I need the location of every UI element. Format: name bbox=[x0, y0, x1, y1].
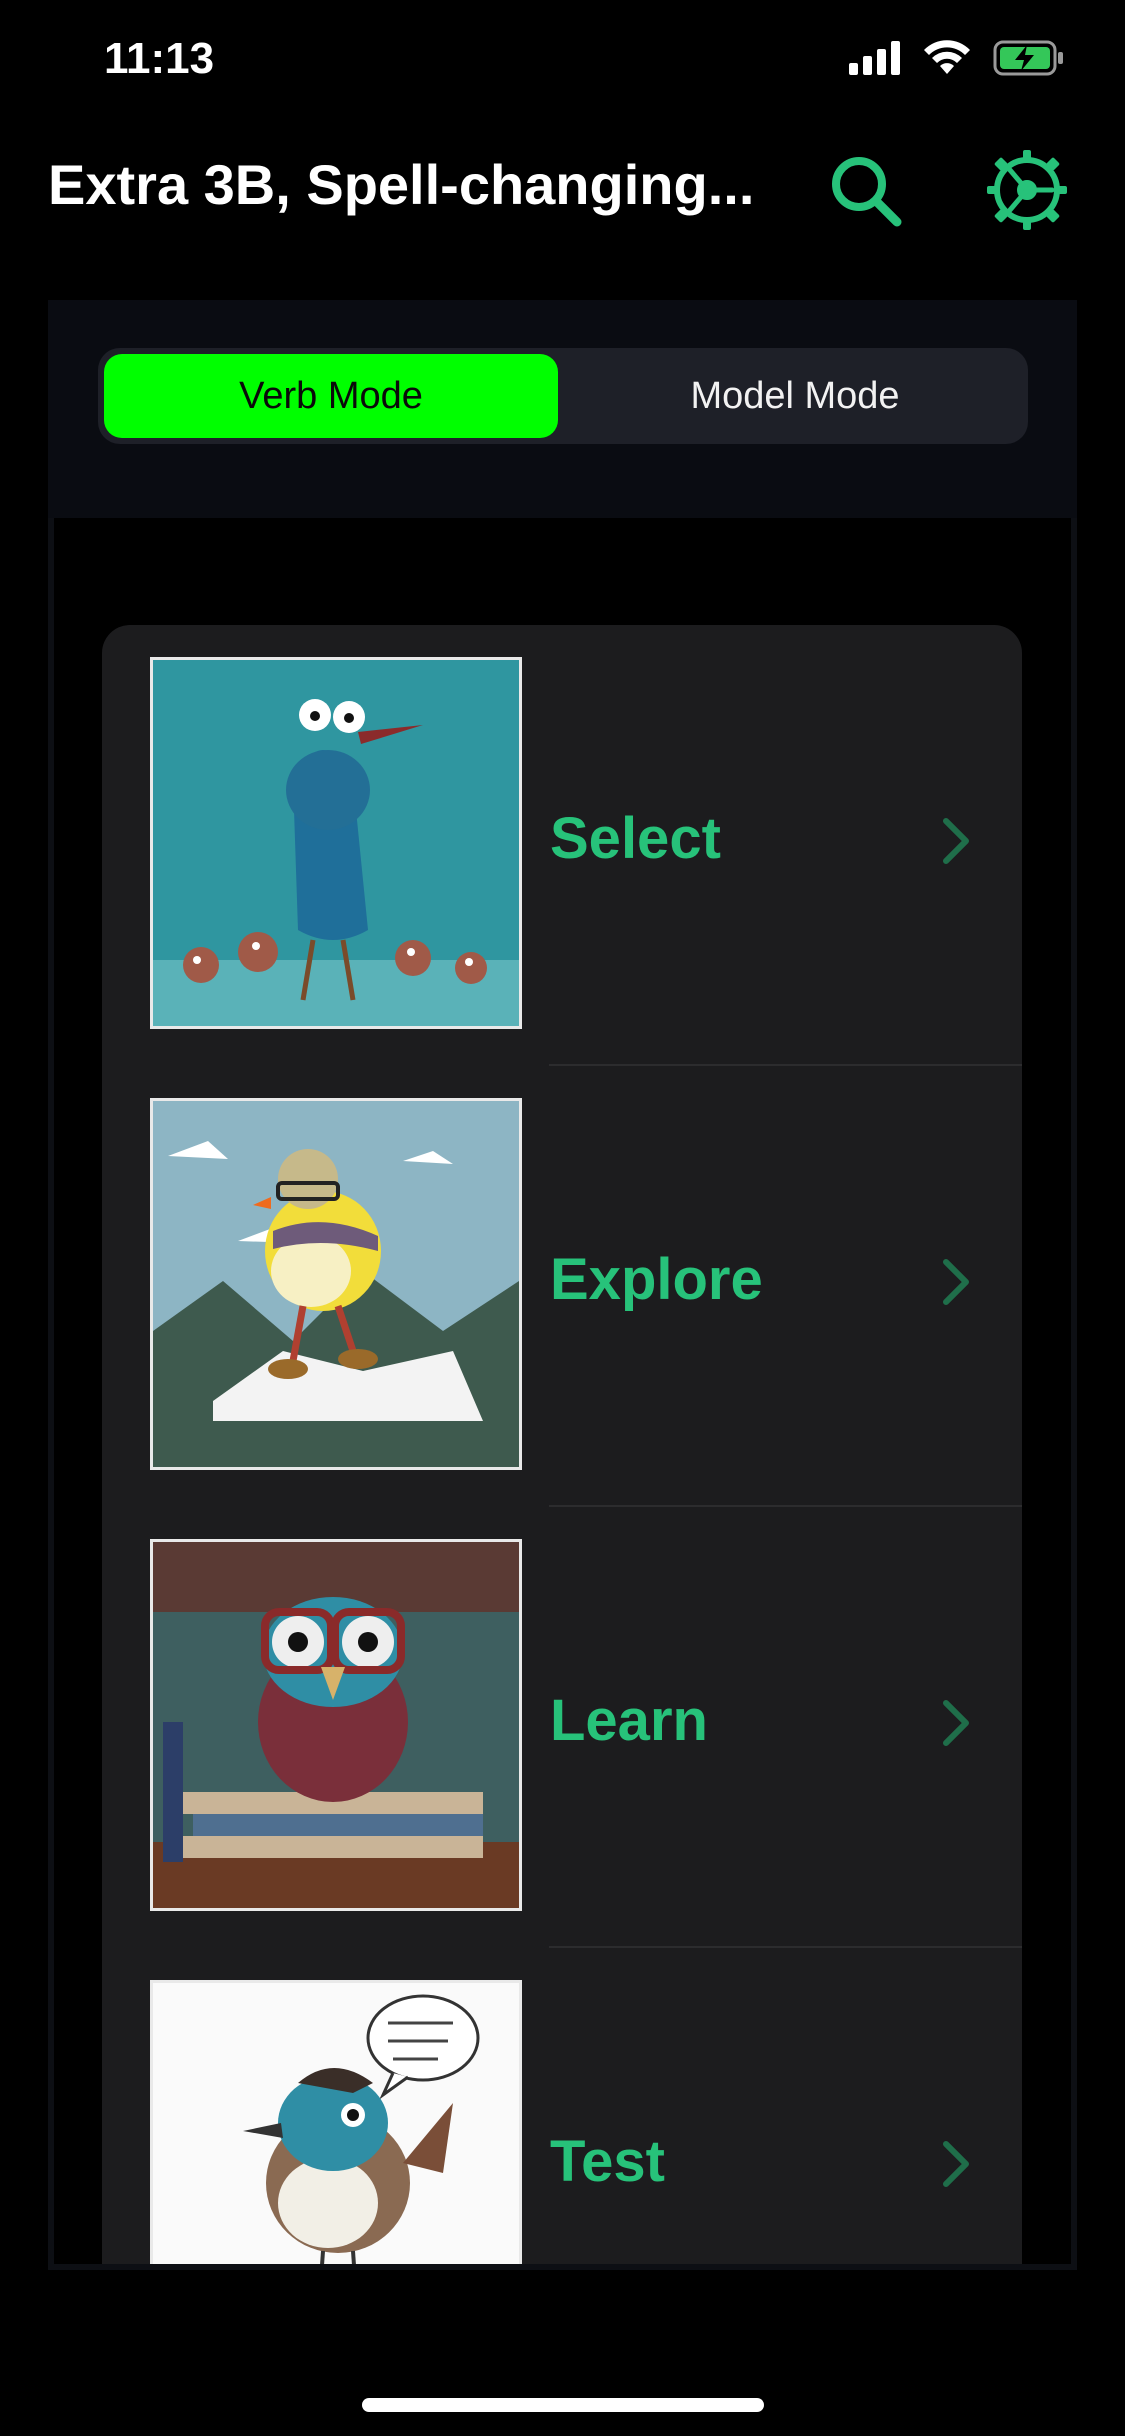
bird-sketch-speech-bubble-illustration bbox=[150, 1980, 522, 2275]
gear-icon bbox=[987, 150, 1067, 230]
cellular-icon bbox=[849, 41, 900, 75]
list-item-label: Learn bbox=[550, 1688, 708, 1753]
bird-glasses-books-illustration bbox=[150, 1539, 522, 1911]
search-icon bbox=[832, 157, 902, 227]
list-item-explore[interactable]: Explore bbox=[102, 1066, 1022, 1507]
segment-model-mode[interactable]: Model Mode bbox=[568, 354, 1022, 438]
mode-segmented-control[interactable]: Verb Mode Model Mode bbox=[98, 348, 1028, 444]
list-item-label: Explore bbox=[550, 1247, 763, 1312]
page-title: Extra 3B, Spell-changing... bbox=[48, 153, 755, 216]
status-time: 11:13 bbox=[104, 34, 215, 83]
list-item-select[interactable]: Select bbox=[102, 625, 1022, 1066]
menu-list: Select Explore Learn Test bbox=[102, 625, 1022, 2275]
settings-button[interactable] bbox=[982, 145, 1072, 235]
chevron-right-icon bbox=[943, 2141, 969, 2187]
wifi-icon bbox=[924, 40, 970, 74]
list-item-learn[interactable]: Learn bbox=[102, 1507, 1022, 1948]
list-item-test[interactable]: Test bbox=[102, 1948, 1022, 2275]
search-button[interactable] bbox=[820, 145, 910, 235]
segment-verb-mode[interactable]: Verb Mode bbox=[104, 354, 558, 438]
home-indicator[interactable] bbox=[362, 2398, 764, 2412]
content-frame-bottom-edge bbox=[48, 2264, 1077, 2270]
list-item-label: Test bbox=[550, 2129, 665, 2194]
status-bar: 11:13 bbox=[0, 0, 1125, 120]
bird-family-illustration bbox=[150, 657, 522, 1029]
chevron-right-icon bbox=[943, 818, 969, 864]
status-icons bbox=[849, 40, 1065, 76]
bird-hiker-mountain-illustration bbox=[150, 1098, 522, 1470]
chevron-right-icon bbox=[943, 1700, 969, 1746]
battery-charging-icon bbox=[993, 40, 1063, 76]
list-item-label: Select bbox=[550, 806, 721, 871]
chevron-right-icon bbox=[943, 1259, 969, 1305]
